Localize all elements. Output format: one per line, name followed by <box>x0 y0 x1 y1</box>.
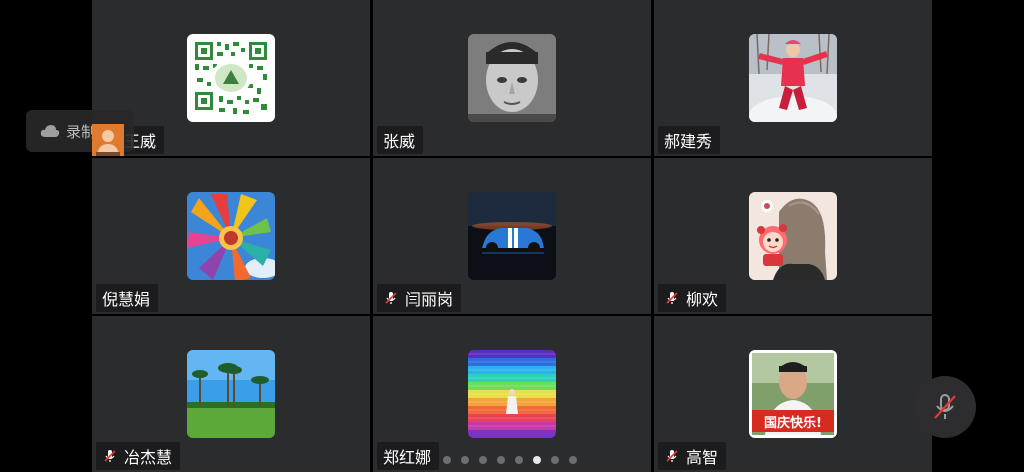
participant-tile[interactable]: 冶杰慧 <box>92 316 370 472</box>
participant-tile[interactable]: 郝建秀 <box>654 0 932 156</box>
participant-name-tag: 柳欢 <box>658 284 727 312</box>
cloud-icon <box>40 125 60 137</box>
participant-name: 高智 <box>686 448 719 467</box>
participant-name: 郑红娜 <box>383 448 432 467</box>
page-dot[interactable] <box>551 456 559 464</box>
self-preview-thumbnail[interactable] <box>92 124 124 156</box>
page-dot[interactable] <box>461 456 469 464</box>
participant-avatar: 国庆快乐! <box>749 350 837 438</box>
participant-name: 闫丽岗 <box>405 290 454 309</box>
participant-avatar <box>468 192 556 280</box>
participant-tile[interactable]: 柳欢 <box>654 158 932 314</box>
page-dot[interactable] <box>497 456 505 464</box>
participant-avatar <box>749 34 837 122</box>
participant-name-tag: 冶杰慧 <box>96 442 181 470</box>
mute-button[interactable] <box>914 376 976 438</box>
page-dot[interactable] <box>479 456 487 464</box>
participant-name-tag: 张威 <box>377 126 424 154</box>
mic-off-icon <box>104 450 116 462</box>
participant-avatar <box>468 34 556 122</box>
participant-name: 柳欢 <box>686 290 719 309</box>
mic-off-icon <box>385 292 397 304</box>
mic-off-icon <box>666 450 678 462</box>
participant-name: 郝建秀 <box>664 132 713 151</box>
participant-avatar <box>187 192 275 280</box>
participant-avatar <box>187 350 275 438</box>
page-dot[interactable] <box>533 456 541 464</box>
page-dot[interactable] <box>443 456 451 464</box>
participant-tile[interactable]: 张威 <box>373 0 651 156</box>
avatar-caption: 国庆快乐! <box>764 415 822 431</box>
video-grid: 王威 张威 郝建秀 倪慧娟 闫丽岗 柳欢 冶杰慧 郑红娜 国庆快乐! 高智 <box>92 0 932 472</box>
participant-tile[interactable]: 闫丽岗 <box>373 158 651 314</box>
user-icon <box>92 124 124 156</box>
participant-name: 冶杰慧 <box>124 448 173 467</box>
page-dot[interactable] <box>569 456 577 464</box>
mic-off-icon <box>666 292 678 304</box>
participant-name-tag: 倪慧娟 <box>96 284 159 312</box>
participant-tile[interactable]: 国庆快乐! 高智 <box>654 316 932 472</box>
page-dot[interactable] <box>515 456 523 464</box>
participant-avatar <box>468 350 556 438</box>
page-indicator[interactable] <box>443 456 577 464</box>
participant-name-tag: 高智 <box>658 442 727 470</box>
participant-name-tag: 郑红娜 <box>377 442 440 470</box>
participant-name: 张威 <box>383 132 416 151</box>
participant-tile[interactable]: 倪慧娟 <box>92 158 370 314</box>
mic-off-icon <box>934 394 956 419</box>
participant-avatar <box>187 34 275 122</box>
participant-avatar <box>749 192 837 280</box>
participant-name: 倪慧娟 <box>102 290 151 309</box>
participant-name-tag: 闫丽岗 <box>377 284 462 312</box>
participant-tile[interactable]: 郑红娜 <box>373 316 651 472</box>
participant-name-tag: 郝建秀 <box>658 126 721 154</box>
